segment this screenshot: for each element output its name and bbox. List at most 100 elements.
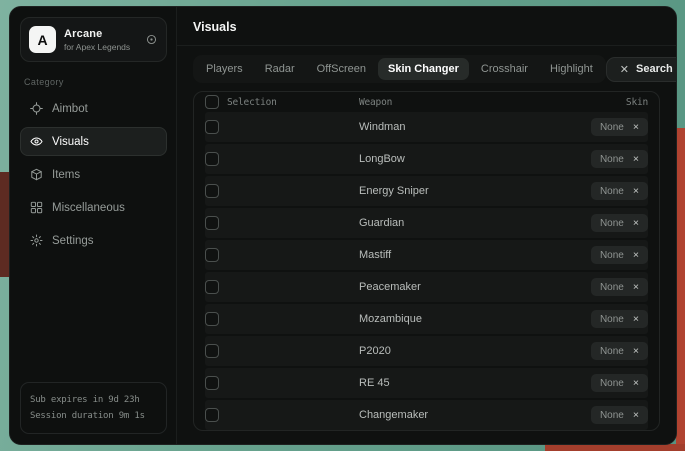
skin-value: None bbox=[600, 218, 624, 229]
table-header-row: Selection Weapon Skin bbox=[205, 92, 648, 112]
sidebar-item-label: Items bbox=[52, 169, 80, 181]
page-title: Visuals bbox=[177, 7, 676, 46]
sidebar-item-label: Settings bbox=[52, 235, 94, 247]
table-row: LongBow None × bbox=[205, 144, 648, 174]
skin-value: None bbox=[600, 410, 624, 421]
weapon-name: LongBow bbox=[359, 153, 556, 165]
skin-value: None bbox=[600, 378, 624, 389]
row-checkbox[interactable] bbox=[205, 248, 219, 262]
tab-skin-changer[interactable]: Skin Changer bbox=[378, 58, 469, 80]
skin-badge[interactable]: None × bbox=[591, 182, 648, 200]
weapon-name: P2020 bbox=[359, 345, 556, 357]
clear-skin-icon: × bbox=[633, 250, 639, 261]
table-row: P2020 None × bbox=[205, 336, 648, 366]
eye-icon bbox=[30, 135, 43, 148]
weapon-name: Energy Sniper bbox=[359, 185, 556, 197]
weapon-name: Changemaker bbox=[359, 409, 556, 421]
skin-badge[interactable]: None × bbox=[591, 374, 648, 392]
tab-radar[interactable]: Radar bbox=[255, 58, 305, 80]
tab-crosshair[interactable]: Crosshair bbox=[471, 58, 538, 80]
clear-skin-icon: × bbox=[633, 410, 639, 421]
select-all-checkbox[interactable] bbox=[205, 95, 219, 109]
skin-value: None bbox=[600, 154, 624, 165]
tab-highlight[interactable]: Highlight bbox=[540, 58, 603, 80]
table-row: Energy Sniper None × bbox=[205, 176, 648, 206]
sidebar-item-label: Visuals bbox=[52, 136, 89, 148]
sidebar-nav: Aimbot Visuals Items Miscellaneous Setti… bbox=[20, 94, 167, 255]
skin-value: None bbox=[600, 314, 624, 325]
main-panel: Visuals Players Radar OffScreen Skin Cha… bbox=[177, 7, 676, 444]
weapon-name: RE 45 bbox=[359, 377, 556, 389]
session-card: Sub expires in 9d 23h Session duration 9… bbox=[20, 382, 167, 434]
sidebar: A Arcane for Apex Legends Category Aimbo… bbox=[10, 7, 177, 444]
search-button-label: Search bbox=[636, 63, 673, 75]
skin-badge[interactable]: None × bbox=[591, 246, 648, 264]
tab-players[interactable]: Players bbox=[196, 58, 253, 80]
sidebar-item-visuals[interactable]: Visuals bbox=[20, 127, 167, 156]
row-checkbox[interactable] bbox=[205, 376, 219, 390]
skin-badge[interactable]: None × bbox=[591, 406, 648, 424]
tab-bar: Players Radar OffScreen Skin Changer Cro… bbox=[193, 55, 606, 83]
table-row: Changemaker None × bbox=[205, 400, 648, 430]
skin-changer-table: Selection Weapon Skin Windman None × Lon… bbox=[193, 91, 660, 431]
app-subtitle: for Apex Legends bbox=[64, 42, 137, 52]
sidebar-item-aimbot[interactable]: Aimbot bbox=[20, 94, 167, 123]
skin-badge[interactable]: None × bbox=[591, 150, 648, 168]
skin-value: None bbox=[600, 346, 624, 357]
skin-value: None bbox=[600, 282, 624, 293]
skin-badge[interactable]: None × bbox=[591, 278, 648, 296]
table-body: Windman None × LongBow None × Energy Sni… bbox=[205, 112, 648, 430]
clear-skin-icon: × bbox=[633, 378, 639, 389]
skin-value: None bbox=[600, 186, 624, 197]
column-header-selection: Selection bbox=[227, 97, 359, 108]
row-checkbox[interactable] bbox=[205, 344, 219, 358]
sidebar-item-settings[interactable]: Settings bbox=[20, 226, 167, 255]
skin-value: None bbox=[600, 250, 624, 261]
row-checkbox[interactable] bbox=[205, 312, 219, 326]
skin-badge[interactable]: None × bbox=[591, 214, 648, 232]
weapon-name: Guardian bbox=[359, 217, 556, 229]
clear-skin-icon: × bbox=[633, 154, 639, 165]
row-checkbox[interactable] bbox=[205, 216, 219, 230]
search-button[interactable]: ✕ Search bbox=[606, 57, 677, 82]
background-red-corner bbox=[545, 444, 685, 451]
table-row: Mozambique None × bbox=[205, 304, 648, 334]
clear-skin-icon: × bbox=[633, 346, 639, 357]
clear-skin-icon: × bbox=[633, 314, 639, 325]
clear-skin-icon: × bbox=[633, 122, 639, 133]
clear-skin-icon: × bbox=[633, 186, 639, 197]
session-duration-text: Session duration 9m 1s bbox=[30, 408, 157, 424]
skin-badge[interactable]: None × bbox=[591, 118, 648, 136]
weapon-name: Windman bbox=[359, 121, 556, 133]
sidebar-item-label: Aimbot bbox=[52, 103, 88, 115]
weapon-name: Mastiff bbox=[359, 249, 556, 261]
toolbar: Players Radar OffScreen Skin Changer Cro… bbox=[177, 46, 676, 89]
app-logo: A bbox=[29, 26, 56, 53]
row-checkbox[interactable] bbox=[205, 184, 219, 198]
table-row: Peacemaker None × bbox=[205, 272, 648, 302]
target-icon[interactable] bbox=[145, 33, 158, 46]
table-row: Guardian None × bbox=[205, 208, 648, 238]
row-checkbox[interactable] bbox=[205, 120, 219, 134]
row-checkbox[interactable] bbox=[205, 408, 219, 422]
skin-badge[interactable]: None × bbox=[591, 342, 648, 360]
table-row: Mastiff None × bbox=[205, 240, 648, 270]
category-label: Category bbox=[24, 77, 163, 87]
brand-card: A Arcane for Apex Legends bbox=[20, 17, 167, 62]
sidebar-item-items[interactable]: Items bbox=[20, 160, 167, 189]
sidebar-item-miscellaneous[interactable]: Miscellaneous bbox=[20, 193, 167, 222]
gear-icon bbox=[30, 234, 43, 247]
weapon-name: Peacemaker bbox=[359, 281, 556, 293]
background-red-strip bbox=[676, 128, 685, 451]
box-icon bbox=[30, 168, 43, 181]
search-icon: ✕ bbox=[620, 63, 629, 76]
skin-badge[interactable]: None × bbox=[591, 310, 648, 328]
column-header-weapon: Weapon bbox=[359, 97, 556, 108]
crosshair-icon bbox=[30, 102, 43, 115]
row-checkbox[interactable] bbox=[205, 152, 219, 166]
app-window: A Arcane for Apex Legends Category Aimbo… bbox=[9, 6, 677, 445]
sidebar-item-label: Miscellaneous bbox=[52, 202, 125, 214]
sub-expires-text: Sub expires in 9d 23h bbox=[30, 392, 157, 408]
tab-offscreen[interactable]: OffScreen bbox=[307, 58, 376, 80]
row-checkbox[interactable] bbox=[205, 280, 219, 294]
